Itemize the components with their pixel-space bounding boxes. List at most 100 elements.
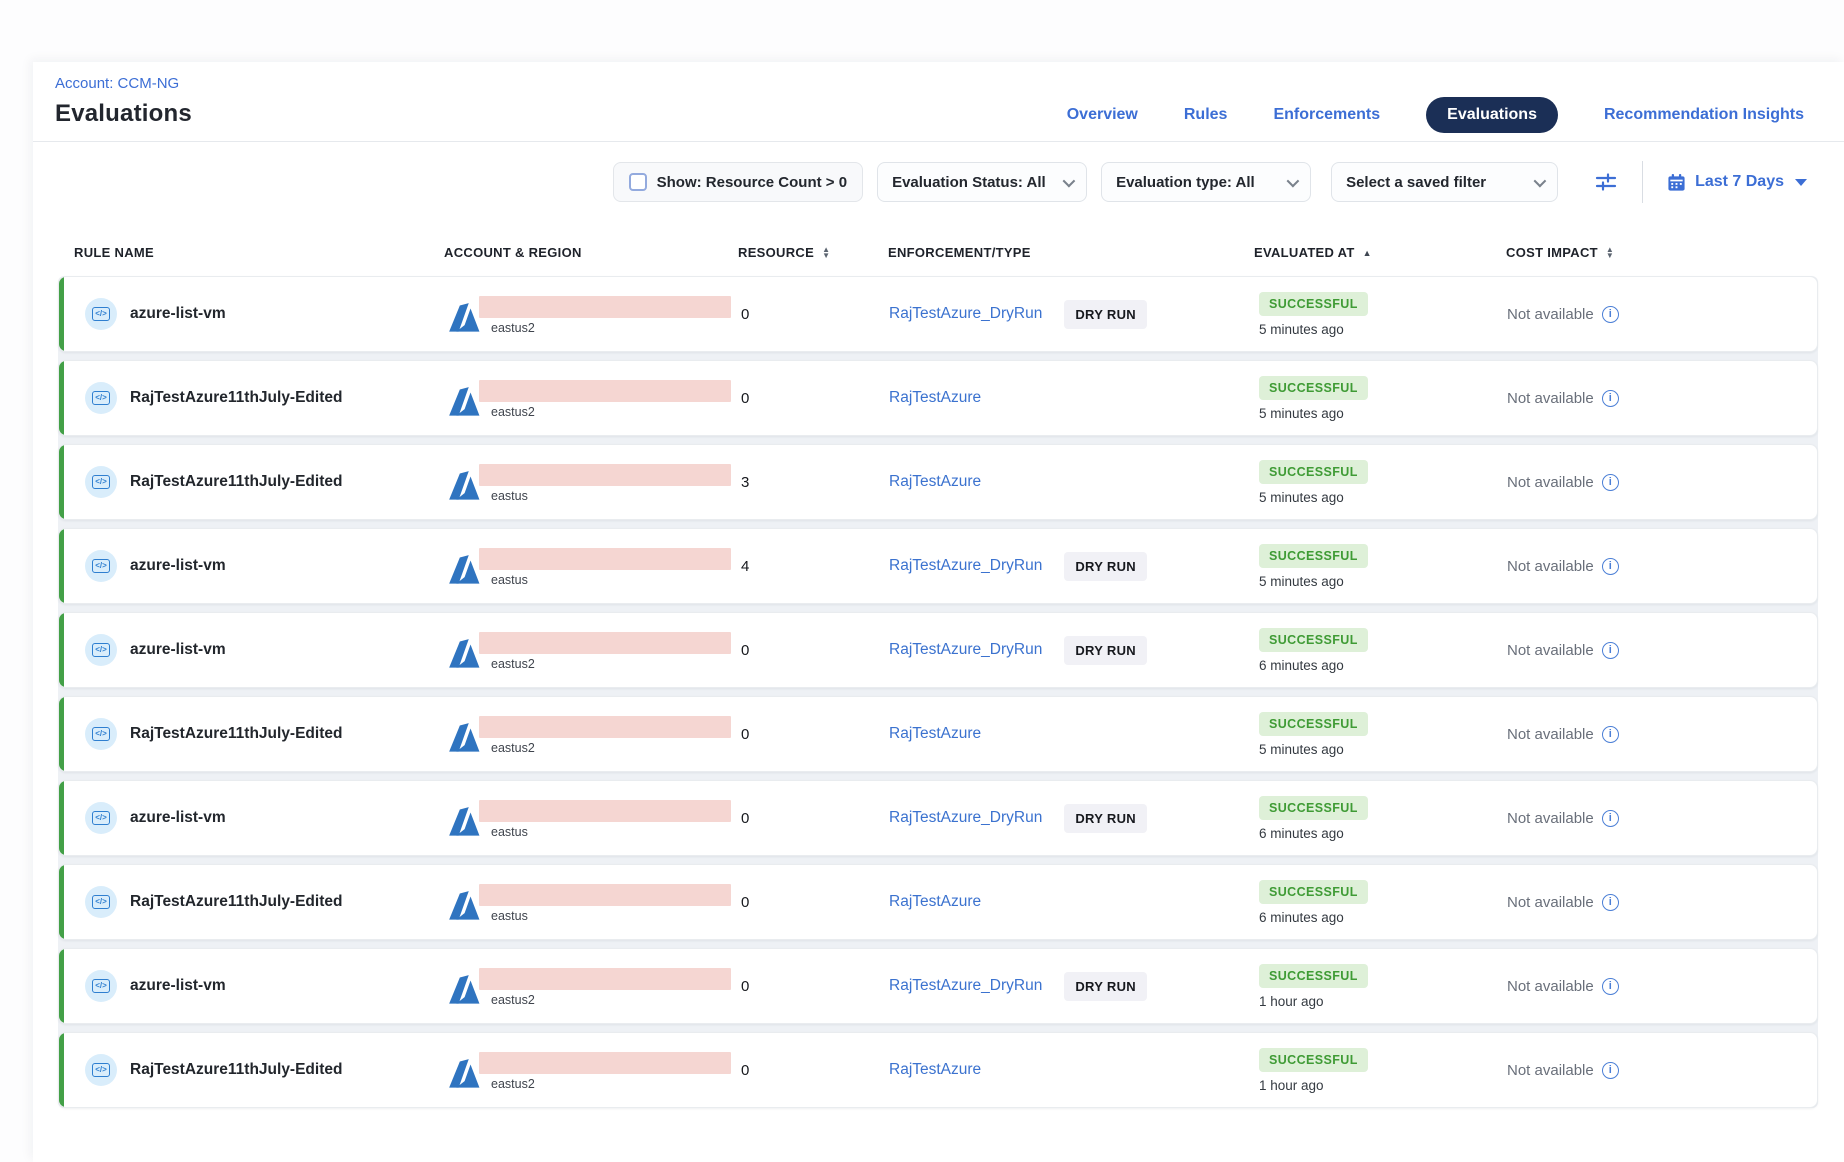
evaluation-row[interactable]: </> RajTestAzure11thJuly-Edited eastus2 … — [58, 360, 1818, 436]
title-block: Account: CCM-NG Evaluations — [55, 75, 192, 128]
resource-count: 0 — [739, 642, 889, 659]
enforcement-link[interactable]: RajTestAzure — [889, 473, 981, 491]
dry-run-badge: DRY RUN — [1064, 972, 1147, 1001]
filter-settings-button[interactable] — [1594, 170, 1618, 194]
info-icon[interactable]: i — [1602, 558, 1619, 575]
evaluation-row[interactable]: </> RajTestAzure11thJuly-Edited eastus2 … — [58, 1032, 1818, 1108]
enforcement-link[interactable]: RajTestAzure_DryRun — [889, 305, 1042, 323]
evaluation-row[interactable]: </> azure-list-vm eastus2 0 RajTestAzure… — [58, 276, 1818, 352]
rule-name-cell: </> azure-list-vm — [59, 802, 445, 834]
evaluation-status-select[interactable]: Evaluation Status: All — [877, 162, 1087, 202]
azure-icon — [445, 551, 483, 589]
tab-enforcements[interactable]: Enforcements — [1273, 106, 1380, 124]
date-range-value: Last 7 Days — [1695, 173, 1784, 191]
azure-icon — [445, 971, 483, 1009]
resource-count: 0 — [739, 390, 889, 407]
status-badge: SUCCESSFUL — [1259, 880, 1368, 904]
rule-name: RajTestAzure11thJuly-Edited — [130, 1061, 342, 1079]
account-block: eastus2 — [479, 632, 731, 671]
module-nav: Overview Rules Enforcements Evaluations … — [1067, 97, 1804, 133]
column-evaluated-at[interactable]: EVALUATED AT▲ — [1254, 245, 1506, 260]
column-resource[interactable]: RESOURCE▲▼ — [738, 245, 888, 260]
resource-count: 0 — [739, 978, 889, 995]
resource-count: 0 — [739, 1062, 889, 1079]
evaluation-row[interactable]: </> RajTestAzure11thJuly-Edited eastus 3… — [58, 444, 1818, 520]
status-badge: SUCCESSFUL — [1259, 712, 1368, 736]
evaluated-at-cell: SUCCESSFUL 6 minutes ago — [1255, 628, 1507, 673]
rule-name: azure-list-vm — [130, 305, 226, 323]
evaluated-at-cell: SUCCESSFUL 6 minutes ago — [1255, 880, 1507, 925]
cost-impact-cell: Not available i — [1507, 390, 1817, 407]
info-icon[interactable]: i — [1602, 978, 1619, 995]
rule-icon: </> — [85, 298, 117, 330]
enforcement-link[interactable]: RajTestAzure_DryRun — [889, 557, 1042, 575]
enforcement-link[interactable]: RajTestAzure — [889, 725, 981, 743]
info-icon[interactable]: i — [1602, 1062, 1619, 1079]
enforcement-link[interactable]: RajTestAzure_DryRun — [889, 809, 1042, 827]
tab-recommendation-insights[interactable]: Recommendation Insights — [1604, 106, 1804, 124]
redacted-account-name — [479, 632, 731, 654]
evaluation-row[interactable]: </> azure-list-vm eastus 0 RajTestAzure_… — [58, 780, 1818, 856]
evaluation-row[interactable]: </> RajTestAzure11thJuly-Edited eastus2 … — [58, 696, 1818, 772]
resource-count-checkbox[interactable] — [629, 173, 647, 191]
evaluation-row[interactable]: </> RajTestAzure11thJuly-Edited eastus 0… — [58, 864, 1818, 940]
account-region-cell: eastus2 — [445, 964, 739, 1009]
evaluation-type-select[interactable]: Evaluation type: All — [1101, 162, 1311, 202]
info-icon[interactable]: i — [1602, 390, 1619, 407]
saved-filter-select[interactable]: Select a saved filter — [1331, 162, 1558, 202]
evaluated-time: 5 minutes ago — [1259, 742, 1344, 757]
status-badge: SUCCESSFUL — [1259, 628, 1368, 652]
evaluated-time: 1 hour ago — [1259, 994, 1324, 1009]
region-label: eastus — [479, 825, 731, 839]
azure-icon — [445, 467, 483, 505]
tab-rules[interactable]: Rules — [1184, 106, 1228, 124]
info-icon[interactable]: i — [1602, 726, 1619, 743]
redacted-account-name — [479, 800, 731, 822]
enforcement-link[interactable]: RajTestAzure — [889, 893, 981, 911]
evaluation-row[interactable]: </> azure-list-vm eastus2 0 RajTestAzure… — [58, 612, 1818, 688]
dry-run-badge: DRY RUN — [1064, 552, 1147, 581]
cost-impact-cell: Not available i — [1507, 306, 1817, 323]
rule-name-cell: </> azure-list-vm — [59, 634, 445, 666]
enforcement-link[interactable]: RajTestAzure — [889, 389, 981, 407]
divider — [1642, 161, 1643, 203]
date-range-picker[interactable]: Last 7 Days — [1667, 173, 1807, 192]
rule-name: azure-list-vm — [130, 641, 226, 659]
account-breadcrumb-link[interactable]: Account: CCM-NG — [55, 75, 179, 92]
tab-evaluations[interactable]: Evaluations — [1426, 97, 1558, 133]
resource-count-filter[interactable]: Show: Resource Count > 0 — [613, 162, 863, 202]
resource-count: 4 — [739, 558, 889, 575]
account-block: eastus2 — [479, 380, 731, 419]
cost-impact-value: Not available — [1507, 810, 1594, 827]
sort-asc-icon: ▲ — [1363, 248, 1372, 258]
rule-name: RajTestAzure11thJuly-Edited — [130, 725, 342, 743]
enforcement-cell: RajTestAzure DRY RUN — [889, 389, 1255, 407]
azure-icon — [445, 635, 483, 673]
info-icon[interactable]: i — [1602, 894, 1619, 911]
tab-overview[interactable]: Overview — [1067, 106, 1138, 124]
enforcement-link[interactable]: RajTestAzure — [889, 1061, 981, 1079]
account-region-cell: eastus2 — [445, 292, 739, 337]
info-icon[interactable]: i — [1602, 306, 1619, 323]
info-icon[interactable]: i — [1602, 474, 1619, 491]
column-cost-impact[interactable]: COST IMPACT▲▼ — [1506, 245, 1818, 260]
info-icon[interactable]: i — [1602, 810, 1619, 827]
account-block: eastus — [479, 884, 731, 923]
column-account-region: ACCOUNT & REGION — [444, 245, 738, 260]
evaluated-time: 5 minutes ago — [1259, 406, 1344, 421]
evaluation-row[interactable]: </> azure-list-vm eastus 4 RajTestAzure_… — [58, 528, 1818, 604]
account-region-cell: eastus2 — [445, 376, 739, 421]
evaluation-row[interactable]: </> azure-list-vm eastus2 0 RajTestAzure… — [58, 948, 1818, 1024]
chevron-down-icon — [1063, 174, 1076, 187]
column-enforcement-type: ENFORCEMENT/TYPE — [888, 245, 1254, 260]
enforcement-link[interactable]: RajTestAzure_DryRun — [889, 977, 1042, 995]
code-file-icon: </> — [92, 475, 110, 489]
rule-name-cell: </> azure-list-vm — [59, 298, 445, 330]
enforcement-link[interactable]: RajTestAzure_DryRun — [889, 641, 1042, 659]
rule-icon: </> — [85, 1054, 117, 1086]
info-icon[interactable]: i — [1602, 642, 1619, 659]
code-file-icon: </> — [92, 391, 110, 405]
rule-name: RajTestAzure11thJuly-Edited — [130, 473, 342, 491]
account-block: eastus — [479, 800, 731, 839]
chevron-down-icon — [1287, 174, 1300, 187]
